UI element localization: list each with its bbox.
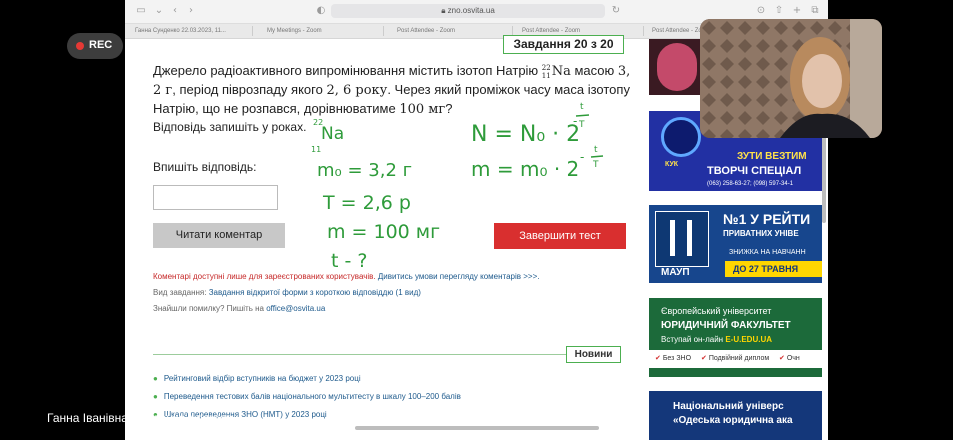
hw-exp-numerator: t bbox=[580, 102, 584, 112]
ad-date: ДО 27 ТРАВНЯ bbox=[725, 261, 822, 277]
recording-indicator[interactable]: REC bbox=[67, 33, 123, 59]
ad-perk-text: Очн bbox=[786, 355, 800, 362]
news-item-title: Рейтинговий відбір вступників на бюджет … bbox=[163, 374, 361, 383]
task-type: Вид завдання: Завдання відкритої форми з… bbox=[153, 288, 421, 297]
news-heading: Новини bbox=[566, 346, 621, 363]
hw-exp-numerator: t bbox=[594, 145, 598, 155]
hw-exp-sign: - bbox=[580, 150, 584, 164]
ad-perk: ✔ Подвійний диплом bbox=[701, 354, 769, 362]
share-icon[interactable]: ⇧ bbox=[773, 5, 785, 17]
hw-exp-denominator: T bbox=[592, 160, 599, 170]
tab-1[interactable]: Ганна Сунденко 22.03.2023, 11... bbox=[135, 26, 245, 36]
ad-line: Національний універс bbox=[673, 401, 784, 412]
error-email-link[interactable]: office@osvita.ua bbox=[266, 304, 325, 313]
ad-line: ЮРИДИЧНИЙ ФАКУЛЬТЕТ bbox=[661, 320, 791, 331]
tab-overview-icon[interactable]: ⧉ bbox=[809, 5, 821, 17]
fraction-bar bbox=[575, 114, 590, 117]
rec-label: REC bbox=[89, 39, 113, 51]
hw-exp-denominator: T bbox=[578, 120, 585, 130]
record-dot-icon bbox=[76, 42, 84, 50]
ad-discount: ЗНИЖКА НА НАВЧАНН bbox=[729, 249, 806, 256]
bullet-icon: ● bbox=[153, 374, 158, 383]
fraction-bar bbox=[590, 155, 604, 158]
check-icon: ✔ bbox=[655, 355, 661, 362]
ad-banner-maup[interactable]: МАУП №1 У РЕЙТИ ПРИВАТНИХ УНІВЕ ЗНИЖКА Н… bbox=[649, 205, 822, 283]
news-item[interactable]: ● Переведення тестових балів національног… bbox=[153, 392, 461, 401]
news-divider bbox=[153, 354, 619, 355]
hw-given-mass: m₀ = 3,2 г bbox=[317, 160, 412, 181]
webcam-video[interactable] bbox=[700, 19, 882, 138]
tab-separator bbox=[252, 26, 253, 36]
check-icon: ✔ bbox=[779, 355, 785, 362]
door-frame bbox=[850, 19, 882, 138]
ad-line: «Одеська юридична ака bbox=[673, 415, 793, 426]
screen-share-label: Ганна Іванівна Сунденко's screen bbox=[47, 411, 233, 425]
url-bar[interactable]: 🔒︎ zno.osvita.ua bbox=[331, 4, 605, 18]
ad-perk: ✔ Без ЗНО bbox=[655, 354, 691, 362]
task-type-label: Вид завдання: bbox=[153, 288, 209, 297]
hw-isotope-symbol: Na bbox=[321, 124, 344, 144]
ad-badge: КУК bbox=[665, 161, 679, 168]
error-note-text: Знайшли помилку? Пишіть на bbox=[153, 304, 267, 313]
hw-isotope-number: 11 bbox=[311, 145, 321, 154]
ad-line-text: Вступай он-лайн bbox=[661, 335, 724, 344]
sidebar-icon[interactable]: ▭ bbox=[135, 5, 147, 17]
hw-formula-mass: m = m₀ · 2 bbox=[471, 157, 579, 181]
ad-perk-text: Без ЗНО bbox=[662, 355, 692, 362]
news-item[interactable]: ● Рейтинговий відбір вступників на бюджет… bbox=[153, 374, 361, 383]
tab-3[interactable]: Post Attendee - Zoom bbox=[397, 26, 497, 36]
news-item-title: Переведення тестових балів національного… bbox=[163, 392, 461, 401]
url-text: zno.osvita.ua bbox=[447, 6, 495, 15]
ad-logo-text: МАУП bbox=[661, 267, 690, 278]
ad-line: Європейський університет bbox=[661, 306, 772, 316]
hw-given-target: m = 100 мг bbox=[327, 221, 440, 243]
hw-formula-decay: N = N₀ · 2 bbox=[471, 122, 580, 147]
hw-given-halflife: T = 2,6 р bbox=[322, 192, 411, 214]
ad-text: ЗУТИ ВЕЗТИМ bbox=[737, 151, 807, 162]
task-type-link[interactable]: Завдання відкритої форми з короткою відп… bbox=[209, 288, 421, 297]
handwriting-overlay: Na 22 11 m₀ = 3,2 г T = 2,6 р m = 100 мг… bbox=[311, 102, 604, 272]
ad-site: E-U.EDU.UA bbox=[725, 335, 773, 344]
ad-title: ТВОРЧІ СПЕЦІАЛ bbox=[707, 165, 802, 177]
logo-mark bbox=[670, 220, 692, 256]
error-note: Знайшли помилку? Пишіть на office@osvita… bbox=[153, 304, 325, 313]
ad-banner-odesa[interactable]: Національний універс «Одеська юридична а… bbox=[649, 391, 822, 440]
hw-unknown: t - ? bbox=[331, 250, 367, 272]
ad-perk-text: Подвійний диплом bbox=[708, 355, 770, 362]
hw-isotope-mass: 22 bbox=[313, 118, 323, 127]
maup-logo-icon bbox=[655, 211, 709, 267]
ad-perk: ✔ Очн bbox=[779, 354, 800, 362]
ad-photo bbox=[657, 43, 697, 91]
horizontal-scrollbar[interactable] bbox=[355, 426, 599, 430]
webcam-feed bbox=[700, 19, 882, 138]
tab-separator bbox=[383, 26, 384, 36]
reload-icon[interactable]: ↻ bbox=[610, 5, 622, 17]
tab-2[interactable]: My Meetings - Zoom bbox=[267, 26, 367, 36]
check-icon: ✔ bbox=[701, 355, 707, 362]
tab-separator bbox=[643, 26, 644, 36]
back-icon[interactable]: ‹ bbox=[169, 5, 181, 17]
forward-icon[interactable]: › bbox=[185, 5, 197, 17]
download-icon[interactable]: ⊙ bbox=[755, 5, 767, 17]
ad-line: Вступай он-лайн E-U.EDU.UA bbox=[661, 335, 772, 344]
ad-title: №1 У РЕЙТИ bbox=[723, 211, 811, 227]
chevron-down-icon[interactable]: ⌄ bbox=[153, 5, 165, 17]
ad-subtitle: ПРИВАТНИХ УНІВЕ bbox=[723, 229, 799, 238]
bullet-icon: ● bbox=[153, 392, 158, 401]
new-tab-icon[interactable]: + bbox=[791, 5, 803, 17]
shield-icon[interactable]: ◐ bbox=[315, 5, 327, 17]
camera-icon bbox=[661, 117, 701, 157]
ad-banner-eu[interactable]: Європейський університет ЮРИДИЧНИЙ ФАКУЛ… bbox=[649, 298, 822, 377]
face bbox=[802, 54, 842, 108]
ad-phone: (063) 258-63-27; (098) 597-34-1 bbox=[707, 181, 794, 187]
